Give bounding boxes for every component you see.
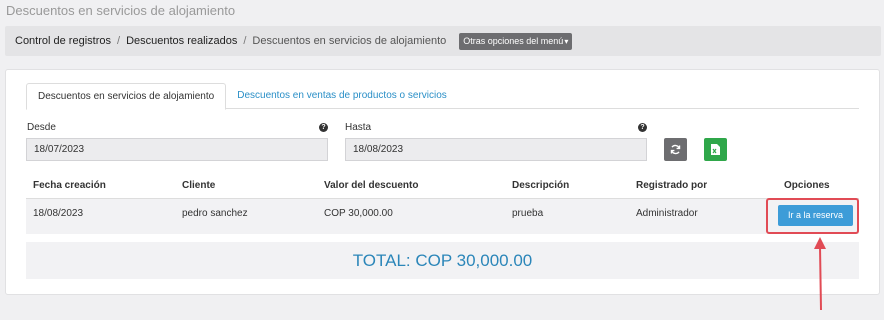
tab-ventas-productos[interactable]: Descuentos en ventas de productos o serv… <box>226 83 458 109</box>
to-date-label: Hasta <box>345 122 372 133</box>
breadcrumb-separator: / <box>243 35 247 47</box>
column-valor-descuento[interactable]: Valor del descuento <box>324 180 418 191</box>
more-menu-options-button[interactable]: Otras opciones del menú ▾ <box>459 32 573 50</box>
help-icon[interactable]: ? <box>638 123 647 132</box>
tab-servicios-alojamiento[interactable]: Descuentos en servicios de alojamiento <box>26 83 227 110</box>
cell-descripcion: prueba <box>512 208 544 219</box>
breadcrumb-current: Descuentos en servicios de alojamiento <box>252 35 447 47</box>
excel-icon <box>711 144 720 155</box>
column-descripcion[interactable]: Descripción <box>512 180 569 191</box>
breadcrumb: Control de registros / Descuentos realiz… <box>5 26 881 56</box>
page-title: Descuentos en servicios de alojamiento <box>6 3 236 18</box>
cell-cliente: pedro sanchez <box>182 208 248 219</box>
annotation-highlight-box <box>766 198 859 234</box>
from-date-label: Desde <box>27 122 56 133</box>
table-header: Fecha creación Cliente Valor del descuen… <box>26 176 859 198</box>
tab-bar: Descuentos en servicios de alojamiento D… <box>26 83 859 110</box>
help-icon[interactable]: ? <box>319 123 328 132</box>
column-opciones: Opciones <box>784 180 830 191</box>
table-row: 18/08/2023 pedro sanchez COP 30,000.00 p… <box>26 198 859 234</box>
more-menu-options-label: Otras opciones del menú <box>463 35 564 46</box>
refresh-icon <box>670 144 681 155</box>
caret-down-icon: ▾ <box>564 36 569 46</box>
refresh-button[interactable] <box>664 138 687 161</box>
breadcrumb-control-de-registros[interactable]: Control de registros <box>15 35 111 47</box>
cell-registrado-por: Administrador <box>636 208 698 219</box>
export-excel-button[interactable] <box>704 138 727 161</box>
total-amount: TOTAL: COP 30,000.00 <box>26 242 859 279</box>
from-date-input[interactable]: 18/07/2023 <box>26 138 328 161</box>
cell-fecha: 18/08/2023 <box>33 208 84 219</box>
breadcrumb-separator: / <box>117 35 121 47</box>
annotation-arrow-icon <box>814 237 826 311</box>
to-date-input[interactable]: 18/08/2023 <box>345 138 647 161</box>
cell-valor: COP 30,000.00 <box>324 208 393 219</box>
main-panel: Descuentos en servicios de alojamiento D… <box>5 69 880 295</box>
column-cliente[interactable]: Cliente <box>182 180 215 191</box>
breadcrumb-descuentos-realizados[interactable]: Descuentos realizados <box>126 35 237 47</box>
column-registrado-por[interactable]: Registrado por <box>636 180 707 191</box>
column-fecha-creacion[interactable]: Fecha creación <box>33 180 106 191</box>
